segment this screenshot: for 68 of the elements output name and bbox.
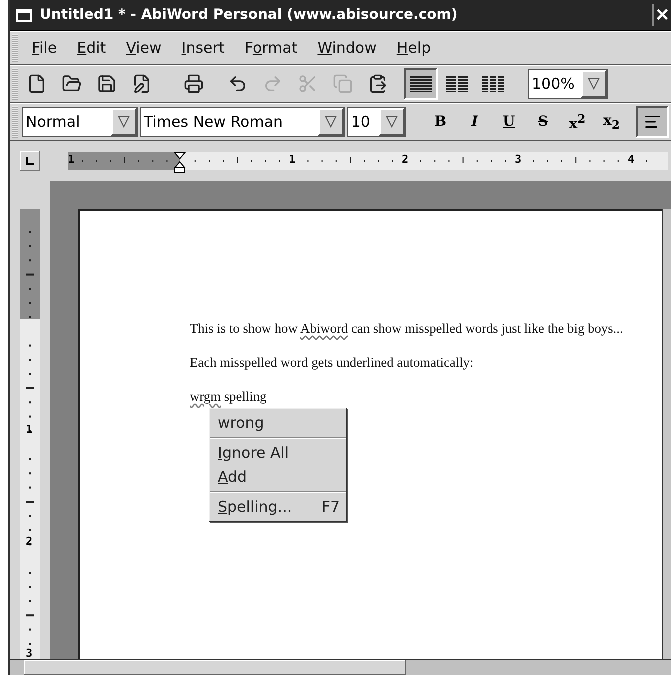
paragraph: This is to show how Abiword can show misspelled words just like the big boys...	[190, 321, 624, 337]
ruler-number: 1	[68, 153, 75, 166]
printer-icon	[184, 74, 204, 94]
menu-item[interactable]: File	[22, 39, 68, 57]
menu-item[interactable]: Help	[386, 39, 442, 57]
floppy-icon	[97, 74, 117, 94]
dropdown-arrow-icon	[588, 78, 600, 90]
menu-item[interactable]: Add	[210, 465, 346, 489]
font-field[interactable]: Times New Roman	[140, 107, 346, 137]
dropdown-button[interactable]	[581, 70, 607, 98]
ruler-number: 1	[26, 423, 33, 436]
ruler-number: 1	[289, 153, 296, 166]
window-menu-icon[interactable]	[16, 8, 32, 22]
three-column-icon	[482, 76, 504, 92]
zoom-field[interactable]: 100%	[528, 69, 608, 99]
tab-stop-icon	[26, 157, 34, 165]
menu-item[interactable]: View	[116, 39, 172, 57]
ruler-number: 2	[26, 535, 33, 548]
dropdown-arrow-icon	[325, 116, 338, 128]
ruler-number: 2	[402, 153, 409, 166]
paste-icon	[368, 74, 388, 94]
italic-button[interactable]: I	[458, 107, 492, 137]
columns-button[interactable]	[404, 68, 438, 100]
folder-icon	[62, 74, 82, 94]
close-button[interactable]: ×	[652, 4, 671, 26]
window-title: Untitled1 * - AbiWord Personal (www.abisource.com)	[40, 7, 459, 23]
copy-icon	[333, 74, 353, 94]
dropdown-arrow-icon	[118, 116, 130, 128]
paragraph: wrgm spelling	[190, 389, 268, 405]
ruler-number: 3	[515, 153, 522, 166]
menu-item[interactable]: Insert	[172, 39, 235, 57]
dropdown-button[interactable]	[318, 108, 344, 136]
strike-button[interactable]: S	[526, 107, 560, 137]
align-left-icon	[644, 113, 662, 131]
menu-item[interactable]: Format	[234, 39, 308, 57]
dropdown-button[interactable]	[111, 108, 138, 136]
pencil-page-icon	[132, 74, 152, 94]
subscript-button[interactable]: x$_{2}$	[594, 107, 629, 137]
bold-button[interactable]: B	[424, 107, 458, 137]
tab-stop-button[interactable]	[20, 151, 40, 171]
dropdown-button[interactable]	[379, 108, 406, 136]
indent-marker-icon[interactable]	[174, 152, 186, 174]
menu-item[interactable]: Window	[308, 39, 387, 57]
undo-icon	[228, 74, 248, 94]
two-column-icon	[446, 76, 468, 92]
menu-item[interactable]: Edit	[67, 39, 116, 57]
redo-icon	[263, 74, 283, 94]
one-column-icon	[410, 76, 432, 92]
underline-button[interactable]: U	[492, 107, 526, 137]
style-field[interactable]: Normal	[22, 107, 138, 137]
toolbar-handle[interactable]	[12, 106, 18, 138]
scrollbar-thumb[interactable]	[24, 660, 406, 675]
menu-item[interactable]: Ignore All	[210, 441, 346, 465]
suggestion-item[interactable]: wrong	[210, 411, 346, 435]
toolbar-handle[interactable]	[12, 34, 18, 62]
toolbar-handle[interactable]	[12, 68, 18, 100]
ruler-number: 4	[628, 153, 635, 166]
ruler-number: 3	[26, 647, 33, 659]
horizontal-scrollbar[interactable]	[10, 659, 671, 675]
size-field[interactable]: 10	[347, 107, 406, 137]
page-icon	[27, 74, 47, 94]
dropdown-arrow-icon	[386, 116, 398, 128]
vertical-scrollbar[interactable]	[662, 209, 671, 659]
superscript-button[interactable]: x$^{2}$	[560, 107, 595, 137]
menu-item[interactable]: Spelling... F7	[210, 495, 346, 519]
scissors-icon	[298, 74, 318, 94]
paragraph: Each misspelled word gets underlined automatically:	[190, 355, 475, 371]
align-left-button[interactable]	[636, 106, 669, 138]
